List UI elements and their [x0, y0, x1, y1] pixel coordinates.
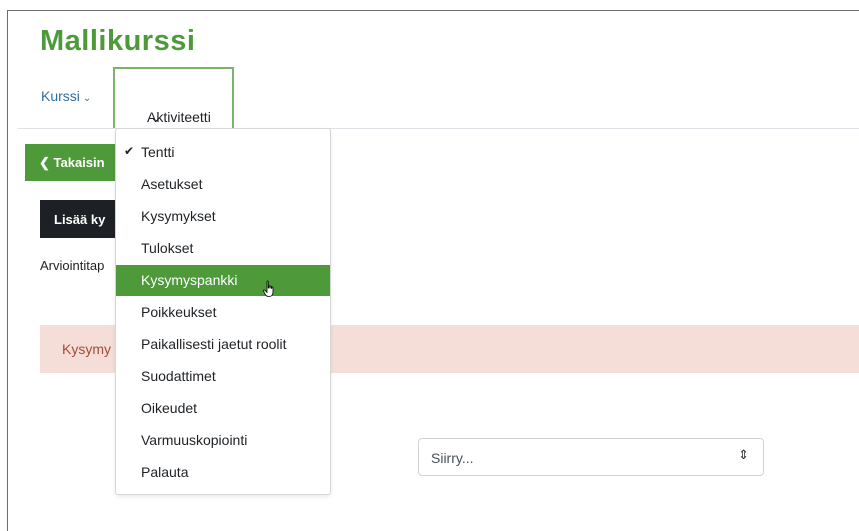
- jump-to-select[interactable]: Siirry... ⇕: [418, 438, 764, 476]
- activity-dropdown-menu: ✔ Tentti Asetukset Kysymykset Tulokset K…: [115, 128, 331, 495]
- nav-course-label: Kurssi: [41, 88, 80, 104]
- grading-method-text: Arviointitap: [40, 258, 105, 273]
- menu-item-label: Oikeudet: [141, 400, 198, 416]
- menu-item-label: Suodattimet: [141, 368, 216, 384]
- menu-item-asetukset[interactable]: Asetukset: [116, 169, 330, 200]
- menu-item-palauta[interactable]: Palauta: [116, 457, 330, 488]
- menu-item-label: Poikkeukset: [141, 304, 217, 320]
- jump-select-value: Siirry...: [431, 450, 474, 466]
- chevron-down-icon: ⌄: [150, 109, 162, 125]
- menu-item-label: Paikallisesti jaetut roolit: [141, 336, 287, 352]
- menu-item-label: Palauta: [141, 464, 189, 480]
- menu-item-paikallisesti-jaetut-roolit[interactable]: Paikallisesti jaetut roolit: [116, 329, 330, 360]
- hand-pointer-icon: [263, 280, 274, 297]
- menu-item-label: Asetukset: [141, 176, 203, 192]
- menu-item-tulokset[interactable]: Tulokset: [116, 233, 330, 264]
- menu-item-label: Varmuuskopiointi: [141, 432, 248, 448]
- menu-item-kysymyspankki[interactable]: Kysymyspankki: [116, 265, 330, 296]
- menu-item-tentti[interactable]: ✔ Tentti: [116, 137, 330, 168]
- menu-item-varmuuskopiointi[interactable]: Varmuuskopiointi: [116, 425, 330, 456]
- menu-item-label: Kysymyspankki: [141, 272, 238, 288]
- course-title[interactable]: Mallikurssi: [40, 25, 195, 58]
- menu-item-suodattimet[interactable]: Suodattimet: [116, 361, 330, 392]
- nav-course-menu[interactable]: Kurssi ⌄: [41, 88, 91, 104]
- nav-activity-menu[interactable]: Aktiviteetti ⌄: [113, 67, 234, 129]
- select-arrows-icon: ⇕: [738, 447, 749, 462]
- back-button-label: Takaisin: [53, 155, 105, 170]
- menu-item-poikkeukset[interactable]: Poikkeukset: [116, 297, 330, 328]
- chevron-left-icon: ❮: [39, 155, 54, 170]
- menu-item-kysymykset[interactable]: Kysymykset: [116, 201, 330, 232]
- chevron-down-icon: ⌄: [82, 93, 92, 104]
- menu-item-label: Tulokset: [141, 240, 194, 256]
- menu-item-oikeudet[interactable]: Oikeudet: [116, 393, 330, 424]
- menu-item-label: Kysymykset: [141, 208, 216, 224]
- checkmark-icon: ✔: [124, 144, 135, 158]
- menu-item-label: Tentti: [141, 144, 175, 160]
